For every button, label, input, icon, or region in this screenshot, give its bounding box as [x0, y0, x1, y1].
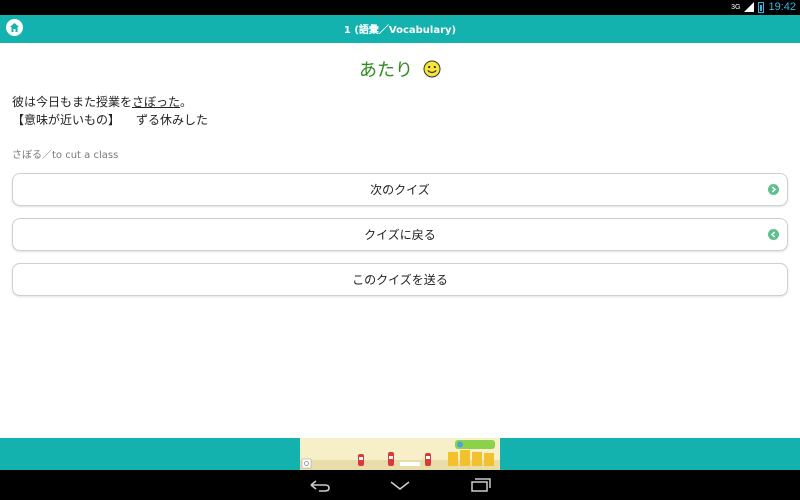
hint-text: さぼる／to cut a class	[12, 150, 119, 161]
chevron-left-icon	[768, 229, 779, 240]
question-sentence: 彼は今日もまた授業をさぼった。	[12, 94, 192, 111]
recent-apps-icon[interactable]	[467, 477, 493, 493]
chevron-right-icon	[768, 184, 779, 195]
network-type: 3G	[731, 3, 741, 11]
app-title: 1 (語彙／Vocabulary)	[343, 25, 457, 36]
meaning-label: 【意味が近いもの】	[12, 113, 121, 127]
result-label: あたり	[359, 60, 413, 81]
ad-banner-image	[300, 438, 500, 470]
next-quiz-button[interactable]: 次のクイズ	[12, 173, 788, 206]
status-indicators: 3G 19:42	[731, 1, 796, 13]
status-bar: 3G 19:42	[0, 0, 800, 15]
signal-icon	[744, 2, 755, 12]
navigation-bar	[0, 470, 800, 500]
result-banner: あたり	[0, 56, 800, 82]
send-quiz-label: このクイズを送る	[352, 273, 448, 287]
battery-icon	[758, 1, 765, 13]
back-to-quiz-label: クイズに戻る	[364, 228, 436, 242]
send-quiz-button[interactable]: このクイズを送る	[12, 263, 788, 296]
meaning-line: 【意味が近いもの】 ずる休みした	[12, 111, 208, 128]
home-nav-icon[interactable]	[387, 477, 413, 493]
back-to-quiz-button[interactable]: クイズに戻る	[12, 218, 788, 251]
app-bar: 1 (語彙／Vocabulary)	[0, 15, 800, 43]
sentence-after: 。	[180, 95, 193, 109]
clock: 19:42	[768, 1, 796, 13]
sentence-target-word: さぼった	[132, 95, 181, 109]
ad-banner[interactable]	[300, 438, 500, 470]
ad-bar	[0, 438, 800, 470]
meaning-answer: ずる休みした	[136, 113, 209, 127]
next-quiz-label: 次のクイズ	[370, 183, 430, 197]
back-icon[interactable]	[307, 477, 333, 493]
sentence-before: 彼は今日もまた授業を	[12, 95, 133, 109]
smiley-icon	[423, 60, 441, 78]
